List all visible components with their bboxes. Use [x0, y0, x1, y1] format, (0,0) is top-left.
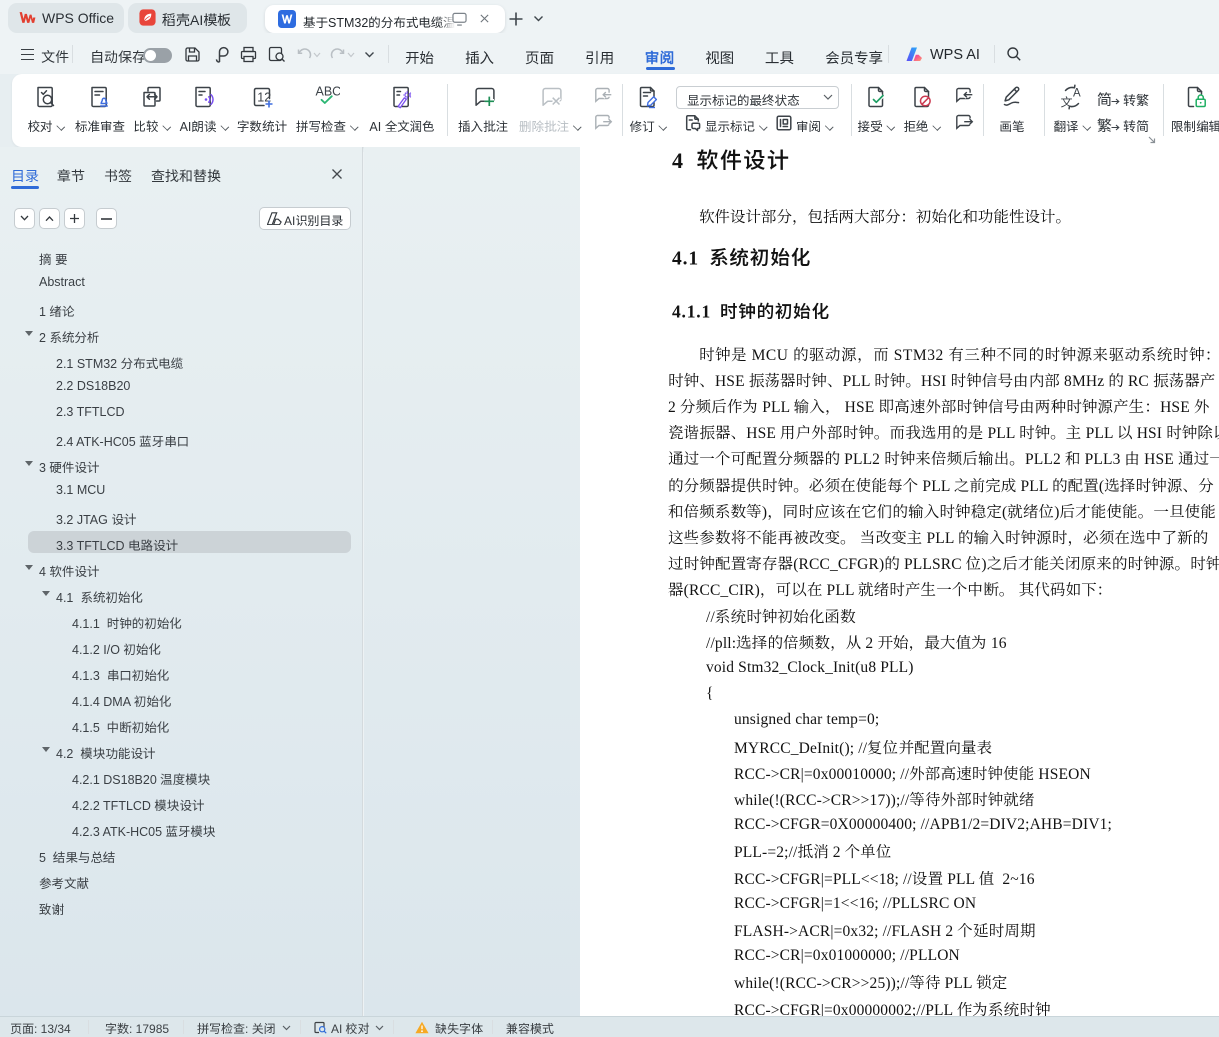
svg-text:A: A: [1073, 88, 1081, 100]
svg-text:文: 文: [1061, 94, 1074, 111]
svg-text:ABC: ABC: [316, 85, 341, 99]
